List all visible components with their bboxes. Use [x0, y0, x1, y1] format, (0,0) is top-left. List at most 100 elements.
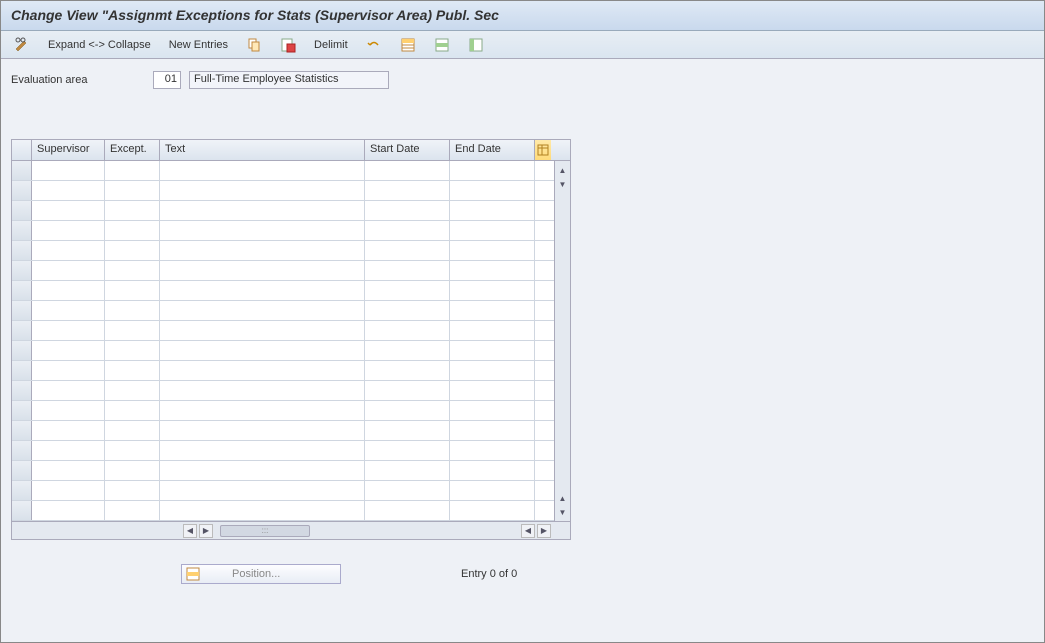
cell-text[interactable] — [160, 301, 365, 320]
header-supervisor[interactable]: Supervisor — [32, 140, 105, 160]
cell-supervisor[interactable] — [32, 361, 105, 380]
row-selector[interactable] — [12, 201, 32, 220]
cell-except[interactable] — [105, 181, 160, 200]
header-selector[interactable] — [12, 140, 32, 160]
cell-text[interactable] — [160, 361, 365, 380]
cell-text[interactable] — [160, 221, 365, 240]
cell-supervisor[interactable] — [32, 501, 105, 520]
toggle-edit-button[interactable] — [7, 35, 37, 55]
row-selector[interactable] — [12, 501, 32, 520]
expand-collapse-button[interactable]: Expand <-> Collapse — [41, 35, 158, 55]
hscroll-right-button[interactable]: ◀ — [521, 524, 535, 538]
row-selector[interactable] — [12, 241, 32, 260]
cell-except[interactable] — [105, 501, 160, 520]
cell-start-date[interactable] — [365, 281, 450, 300]
cell-except[interactable] — [105, 381, 160, 400]
hscroll-left-button[interactable]: ▶ — [199, 524, 213, 538]
cell-supervisor[interactable] — [32, 301, 105, 320]
cell-end-date[interactable] — [450, 361, 535, 380]
row-selector[interactable] — [12, 461, 32, 480]
cell-supervisor[interactable] — [32, 201, 105, 220]
select-all-button[interactable] — [393, 35, 423, 55]
cell-supervisor[interactable] — [32, 161, 105, 180]
cell-except[interactable] — [105, 361, 160, 380]
vertical-scrollbar[interactable]: ▲ ▼ ▲ ▼ — [554, 161, 570, 521]
row-selector[interactable] — [12, 341, 32, 360]
cell-text[interactable] — [160, 201, 365, 220]
cell-start-date[interactable] — [365, 441, 450, 460]
cell-except[interactable] — [105, 421, 160, 440]
cell-end-date[interactable] — [450, 201, 535, 220]
cell-end-date[interactable] — [450, 461, 535, 480]
row-selector[interactable] — [12, 361, 32, 380]
cell-supervisor[interactable] — [32, 261, 105, 280]
cell-text[interactable] — [160, 161, 365, 180]
cell-end-date[interactable] — [450, 441, 535, 460]
cell-supervisor[interactable] — [32, 481, 105, 500]
cell-end-date[interactable] — [450, 381, 535, 400]
row-selector[interactable] — [12, 161, 32, 180]
cell-supervisor[interactable] — [32, 421, 105, 440]
row-selector[interactable] — [12, 481, 32, 500]
cell-text[interactable] — [160, 401, 365, 420]
cell-except[interactable] — [105, 201, 160, 220]
cell-start-date[interactable] — [365, 381, 450, 400]
cell-supervisor[interactable] — [32, 321, 105, 340]
cell-text[interactable] — [160, 241, 365, 260]
cell-start-date[interactable] — [365, 501, 450, 520]
cell-start-date[interactable] — [365, 421, 450, 440]
cell-text[interactable] — [160, 321, 365, 340]
cell-except[interactable] — [105, 301, 160, 320]
header-text[interactable]: Text — [160, 140, 365, 160]
row-selector[interactable] — [12, 421, 32, 440]
cell-end-date[interactable] — [450, 321, 535, 340]
cell-supervisor[interactable] — [32, 281, 105, 300]
cell-except[interactable] — [105, 321, 160, 340]
cell-start-date[interactable] — [365, 301, 450, 320]
position-button[interactable]: Position... — [181, 564, 341, 584]
cell-start-date[interactable] — [365, 481, 450, 500]
cell-supervisor[interactable] — [32, 241, 105, 260]
hscroll-first-button[interactable]: ◀ — [183, 524, 197, 538]
row-selector[interactable] — [12, 401, 32, 420]
cell-start-date[interactable] — [365, 221, 450, 240]
cell-end-date[interactable] — [450, 281, 535, 300]
cell-end-date[interactable] — [450, 501, 535, 520]
row-selector[interactable] — [12, 221, 32, 240]
cell-end-date[interactable] — [450, 401, 535, 420]
scroll-up-end-button[interactable]: ▲ — [556, 491, 570, 505]
cell-start-date[interactable] — [365, 201, 450, 220]
horizontal-scrollbar[interactable]: ◀ ▶ ::: ◀ ▶ — [11, 522, 571, 540]
header-end-date[interactable]: End Date — [450, 140, 535, 160]
scroll-down-end-button[interactable]: ▼ — [556, 505, 570, 519]
cell-end-date[interactable] — [450, 341, 535, 360]
hscroll-last-button[interactable]: ▶ — [537, 524, 551, 538]
row-selector[interactable] — [12, 321, 32, 340]
cell-supervisor[interactable] — [32, 221, 105, 240]
header-start-date[interactable]: Start Date — [365, 140, 450, 160]
cell-end-date[interactable] — [450, 221, 535, 240]
cell-except[interactable] — [105, 241, 160, 260]
cell-supervisor[interactable] — [32, 441, 105, 460]
cell-text[interactable] — [160, 261, 365, 280]
cell-text[interactable] — [160, 441, 365, 460]
cell-start-date[interactable] — [365, 241, 450, 260]
select-block-button[interactable] — [427, 35, 457, 55]
cell-text[interactable] — [160, 501, 365, 520]
cell-start-date[interactable] — [365, 181, 450, 200]
cell-start-date[interactable] — [365, 361, 450, 380]
row-selector[interactable] — [12, 261, 32, 280]
cell-text[interactable] — [160, 181, 365, 200]
cell-except[interactable] — [105, 401, 160, 420]
cell-end-date[interactable] — [450, 481, 535, 500]
cell-supervisor[interactable] — [32, 401, 105, 420]
row-selector[interactable] — [12, 381, 32, 400]
cell-end-date[interactable] — [450, 181, 535, 200]
cell-text[interactable] — [160, 381, 365, 400]
cell-start-date[interactable] — [365, 321, 450, 340]
cell-supervisor[interactable] — [32, 181, 105, 200]
undo-button[interactable] — [359, 35, 389, 55]
cell-except[interactable] — [105, 341, 160, 360]
cell-text[interactable] — [160, 461, 365, 480]
header-except[interactable]: Except. — [105, 140, 160, 160]
